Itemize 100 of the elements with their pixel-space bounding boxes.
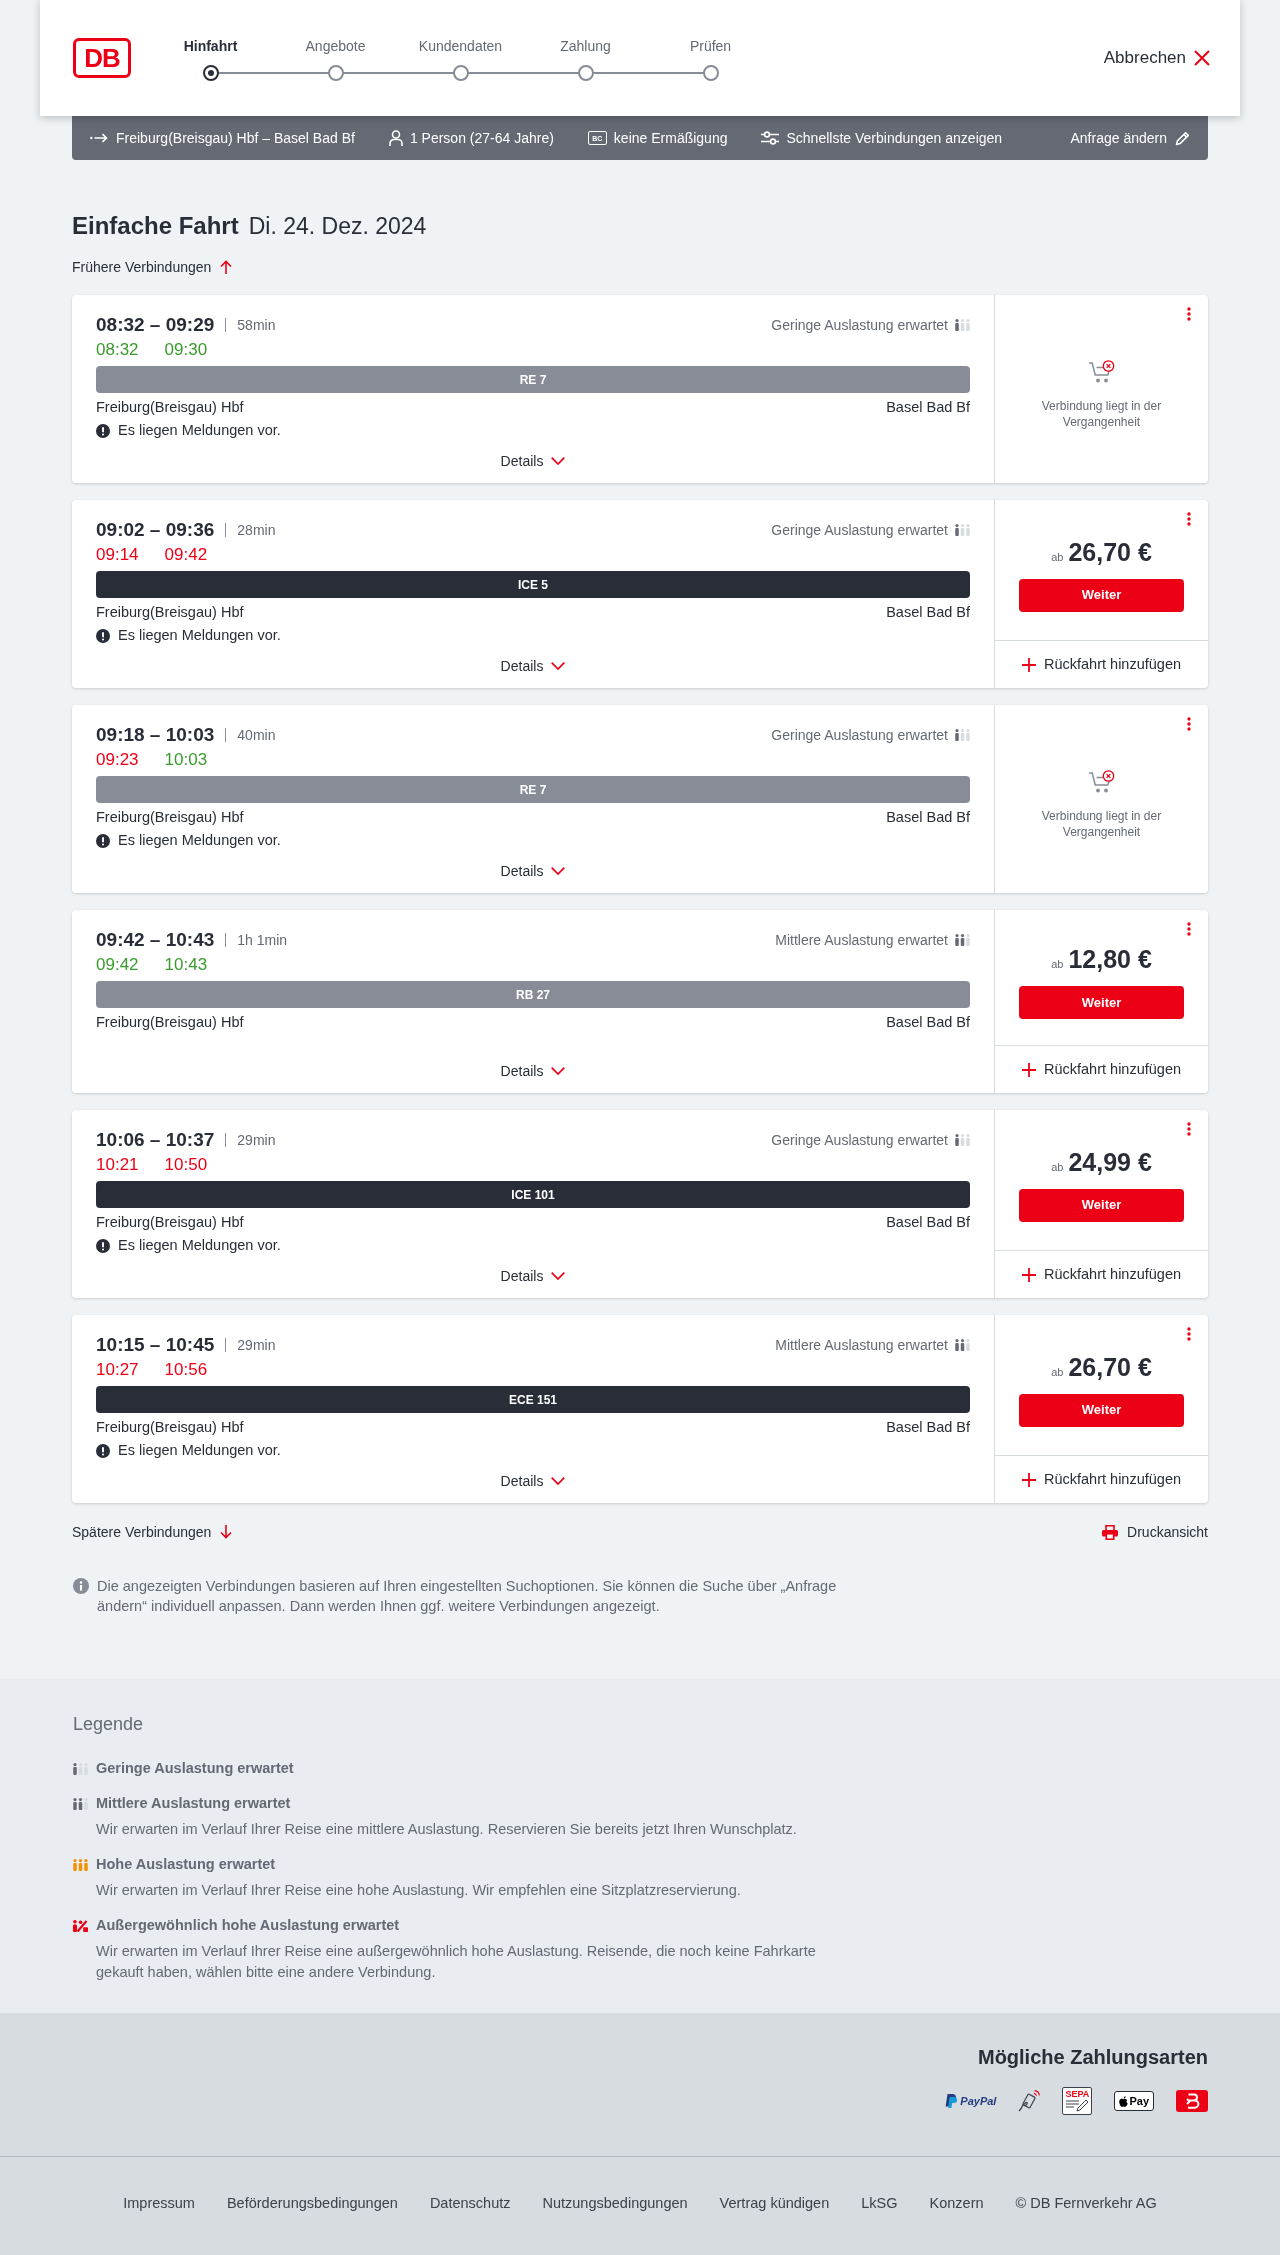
message-text: Es liegen Meldungen vor.	[118, 1236, 281, 1256]
departure-arrival-times: 08:32 – 09:29	[96, 312, 215, 337]
arrival-station: Basel Bad Bf	[886, 398, 970, 418]
details-toggle[interactable]: Details	[500, 858, 566, 884]
chevron-down-icon	[551, 1067, 566, 1075]
discount-text: keine Ermäßigung	[613, 128, 728, 148]
sliders-icon	[761, 131, 780, 145]
footer-link[interactable]: LkSG	[861, 2191, 898, 2215]
contactless-payment-icon	[1018, 2090, 1041, 2112]
train-line-bar: RE 7	[96, 366, 970, 393]
plus-icon	[1022, 1267, 1036, 1282]
price: 24,99 €	[1068, 1146, 1152, 1177]
departure-station: Freiburg(Breisgau) Hbf	[96, 1213, 244, 1233]
realtime-time: 09:42	[164, 544, 208, 567]
details-toggle[interactable]: Details	[500, 653, 566, 679]
realtime-time: 09:42	[96, 954, 139, 977]
realtime-time: 10:21	[96, 1154, 139, 1177]
train-line-bar: RE 7	[96, 776, 970, 803]
add-return-trip-button[interactable]: Rückfahrt hinzufügen	[995, 1455, 1208, 1503]
plus-icon	[1022, 1062, 1036, 1077]
continue-button[interactable]: Weiter	[1019, 578, 1184, 612]
more-options-icon[interactable]	[1187, 1122, 1191, 1136]
continue-button[interactable]: Weiter	[1019, 986, 1184, 1019]
footer-link[interactable]: Konzern	[929, 2191, 984, 2215]
more-options-icon[interactable]	[1187, 1327, 1191, 1341]
add-return-trip-button[interactable]: Rückfahrt hinzufügen	[995, 1045, 1208, 1093]
search-option-text: Schnellste Verbindungen anzeigen	[786, 128, 1003, 148]
realtime-time: 10:56	[164, 1359, 208, 1382]
occupancy-text: Geringe Auslastung erwartet	[771, 1130, 948, 1150]
train-line-bar: ICE 101	[96, 1181, 970, 1208]
travel-duration: 28min	[237, 520, 276, 540]
alert-icon	[96, 1444, 110, 1458]
arrow-up-icon	[220, 260, 233, 274]
add-return-trip-button[interactable]: Rückfahrt hinzufügen	[995, 640, 1208, 688]
realtime-time: 09:23	[96, 749, 139, 772]
paypal-label: PayPal	[960, 2093, 997, 2109]
step-label: Hinfahrt	[183, 36, 238, 56]
edit-request-button[interactable]: Anfrage ändern	[1070, 127, 1190, 149]
more-options-icon[interactable]	[1187, 922, 1191, 936]
details-toggle[interactable]: Details	[500, 448, 566, 474]
realtime-time: 09:14	[96, 544, 139, 567]
realtime-time: 08:32	[96, 339, 139, 362]
train-line-bar: RB 27	[96, 981, 970, 1008]
pencil-icon	[1175, 130, 1190, 146]
details-toggle[interactable]: Details	[500, 1058, 566, 1084]
footer-link[interactable]: Nutzungsbedingungen	[542, 2191, 688, 2215]
add-return-trip-button[interactable]: Rückfahrt hinzufügen	[995, 1250, 1208, 1298]
departure-arrival-times: 09:18 – 10:03	[96, 722, 215, 747]
occupancy-text: Mittlere Auslastung erwartet	[775, 1335, 948, 1355]
print-view-link[interactable]: Druckansicht	[1102, 1521, 1208, 1543]
more-options-icon[interactable]	[1187, 512, 1191, 526]
price-prefix: ab	[1051, 1159, 1064, 1175]
cancel-button[interactable]: Abbrechen	[1103, 45, 1210, 71]
footer-link[interactable]: Vertrag kündigen	[719, 2191, 830, 2215]
message-text: Es liegen Meldungen vor.	[118, 421, 281, 441]
travel-duration: 29min	[237, 1335, 276, 1355]
footer-link[interactable]: Datenschutz	[429, 2191, 511, 2215]
paypal-p-icon	[945, 2094, 958, 2108]
occupancy-text: Geringe Auslastung erwartet	[771, 520, 948, 540]
earlier-connections-link[interactable]: Frühere Verbindungen	[72, 256, 233, 278]
alert-icon	[96, 1239, 110, 1253]
realtime-time: 10:50	[164, 1154, 208, 1177]
info-text: Die angezeigten Verbindungen basieren auf Ihren eingestellten Suchoptionen. Sie können die Suche über „Anfrage ändern“ individuell anpassen. Dann werden Ihnen ggf. weitere Verbindungen angezeigt.	[97, 1577, 838, 1616]
chevron-down-icon	[551, 662, 566, 670]
message-text: Es liegen Meldungen vor.	[118, 1441, 281, 1461]
details-toggle[interactable]: Details	[500, 1263, 566, 1289]
occupancy-icon	[955, 729, 970, 741]
occupancy-text: Mittlere Auslastung erwartet	[775, 930, 948, 950]
continue-button[interactable]: Weiter	[1019, 1188, 1184, 1222]
travel-duration: 40min	[237, 725, 276, 745]
realtime-time: 09:30	[164, 339, 208, 362]
info-icon	[73, 1578, 89, 1594]
alert-icon	[96, 424, 110, 438]
departure-station: Freiburg(Breisgau) Hbf	[96, 808, 244, 828]
details-toggle[interactable]: Details	[500, 1468, 566, 1494]
alert-icon	[96, 834, 110, 848]
more-options-icon[interactable]	[1187, 307, 1191, 321]
more-options-icon[interactable]	[1187, 717, 1191, 731]
continue-button[interactable]: Weiter	[1019, 1393, 1184, 1427]
person-icon	[388, 130, 403, 146]
message-text: Es liegen Meldungen vor.	[118, 831, 281, 851]
past-connection-notice: Verbindung liegt in der Vergangenheit	[1040, 398, 1163, 430]
footer-link[interactable]: Beförderungsbedingungen	[226, 2191, 398, 2215]
departure-station: Freiburg(Breisgau) Hbf	[96, 1418, 244, 1438]
occupancy-icon	[73, 1859, 88, 1871]
past-connection-notice: Verbindung liegt in der Vergangenheit	[1040, 808, 1163, 840]
travellers-text: 1 Person (27-64 Jahre)	[409, 128, 554, 148]
departure-arrival-times: 09:42 – 10:43	[96, 927, 215, 952]
message-text: Es liegen Meldungen vor.	[118, 626, 281, 646]
train-line-bar: ICE 5	[96, 571, 970, 598]
chevron-down-icon	[551, 1477, 566, 1485]
occupancy-icon	[955, 934, 970, 946]
occupancy-icon	[73, 1763, 88, 1775]
later-connections-link[interactable]: Spätere Verbindungen	[72, 1521, 233, 1543]
occupancy-text: Geringe Auslastung erwartet	[771, 315, 948, 335]
footer-link[interactable]: © DB Fernverkehr AG	[1015, 2191, 1157, 2215]
footer-link[interactable]: Impressum	[123, 2191, 195, 2215]
close-icon	[1194, 50, 1210, 66]
train-line-bar: ECE 151	[96, 1386, 970, 1413]
travel-duration: 58min	[237, 315, 276, 335]
